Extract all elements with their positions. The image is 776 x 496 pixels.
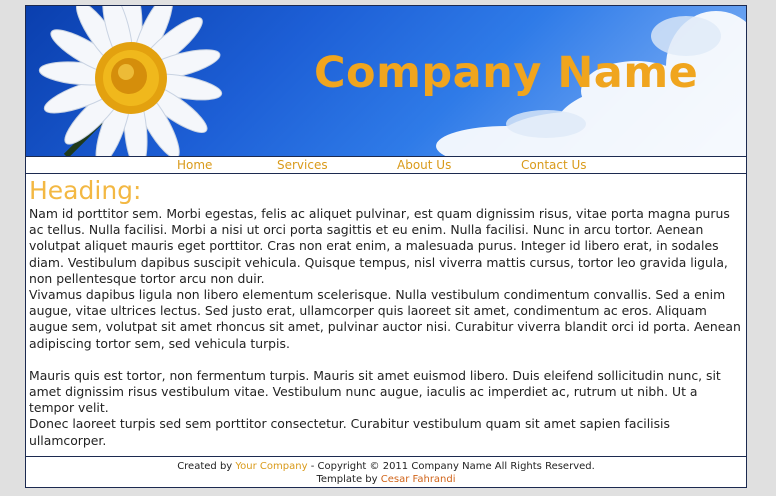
content-paragraph: Donec laoreet turpis sed sem porttitor c…: [29, 416, 670, 448]
footer-template-by-text: Template by: [316, 474, 378, 485]
footer-author-link[interactable]: Cesar Fahrandi: [381, 474, 456, 485]
content-paragraph: Nam id porttitor sem. Morbi egestas, fel…: [29, 206, 730, 286]
page-footer: Created by Your Company - Copyright © 20…: [26, 456, 746, 488]
company-name-title: Company Name: [314, 48, 699, 98]
page-container: Company Name Home Services About Us Cont…: [25, 5, 747, 488]
footer-your-company-link[interactable]: Your Company: [235, 461, 307, 472]
nav-link-about-us[interactable]: About Us: [397, 158, 451, 172]
content-paragraph: Mauris quis est tortor, non fermentum tu…: [29, 367, 721, 416]
footer-copyright-text: - Copyright © 2011 Company Name All Righ…: [310, 461, 595, 472]
nav-link-contact-us[interactable]: Contact Us: [521, 158, 587, 172]
content-paragraph: Vivamus dapibus ligula non libero elemen…: [29, 287, 741, 351]
content-heading: Heading:: [29, 176, 142, 205]
footer-created-by-text: Created by: [177, 461, 233, 472]
main-content: Heading: Nam id porttitor sem. Morbi ege…: [29, 176, 745, 449]
nav-link-services[interactable]: Services: [277, 158, 328, 172]
main-navigation: Home Services About Us Contact Us: [26, 156, 746, 174]
header-banner: Company Name: [26, 6, 746, 156]
footer-credits-line: Created by Your Company - Copyright © 20…: [26, 460, 746, 473]
nav-link-home[interactable]: Home: [177, 158, 212, 172]
footer-template-line: Template by Cesar Fahrandi: [26, 473, 746, 486]
